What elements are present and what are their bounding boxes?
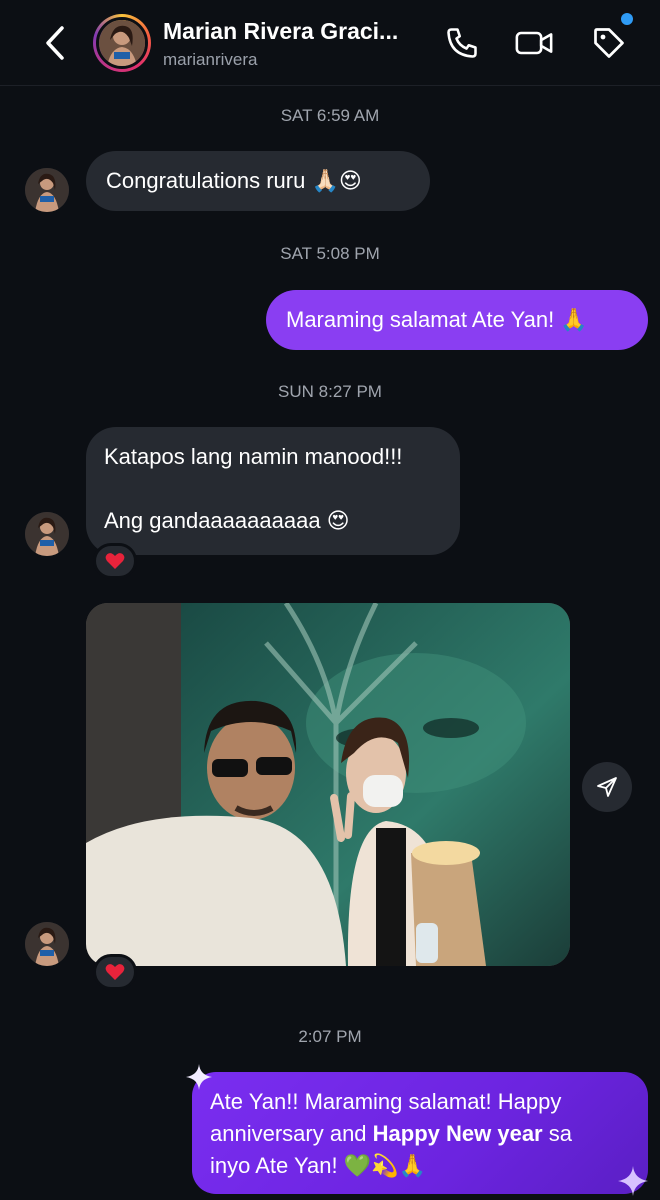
message-bubble-incoming[interactable]: Congratulations ruru 🙏🏻😍 — [86, 151, 430, 211]
heart-icon — [105, 964, 125, 980]
message-line: Ate Yan!! Maraming salamat! Happy — [210, 1089, 562, 1114]
chat-header: Marian Rivera Graci... marianrivera — [0, 0, 660, 86]
contact-name[interactable]: Marian Rivera Graci... — [163, 18, 398, 45]
message-line: Ang gandaaaaaaaaaa 😍 — [104, 508, 350, 533]
message-bubble-incoming[interactable]: Katapos lang namin manood!!! Ang gandaaa… — [86, 427, 460, 555]
message-bubble-outgoing[interactable]: Maraming salamat Ate Yan! 🙏 — [266, 290, 648, 350]
timestamp: SUN 8:27 PM — [278, 382, 382, 401]
video-camera-icon[interactable] — [513, 22, 555, 64]
sender-avatar[interactable] — [25, 512, 69, 556]
sender-avatar[interactable] — [25, 168, 69, 212]
heart-reaction[interactable] — [93, 954, 137, 990]
heart-reaction[interactable] — [93, 543, 137, 579]
heart-icon — [105, 553, 125, 569]
notification-dot — [621, 13, 633, 25]
tag-icon[interactable] — [588, 22, 630, 64]
message-line: inyo Ate Yan! 💚💫🙏 — [210, 1153, 426, 1178]
bold-text: Happy New year — [372, 1121, 543, 1146]
sparkle-icon — [186, 1064, 212, 1090]
sender-avatar[interactable] — [25, 922, 69, 966]
sparkle-icon — [618, 1166, 648, 1196]
timestamp: 2:07 PM — [298, 1027, 362, 1046]
phone-icon[interactable] — [441, 22, 483, 64]
message-bubble-outgoing[interactable]: Ate Yan!! Maraming salamat! Happy annive… — [192, 1072, 648, 1194]
share-button[interactable] — [582, 762, 632, 812]
send-share-icon — [597, 777, 617, 797]
timestamp: SAT 6:59 AM — [280, 106, 380, 125]
message-line: anniversary and Happy New year sa — [210, 1121, 572, 1146]
contact-username[interactable]: marianrivera — [163, 50, 257, 70]
profile-avatar[interactable] — [93, 14, 151, 72]
shared-photo[interactable] — [86, 603, 570, 966]
timestamp: SAT 5:08 PM — [280, 244, 380, 263]
back-chevron-icon[interactable] — [38, 22, 72, 64]
message-line: Katapos lang namin manood!!! — [104, 444, 403, 469]
